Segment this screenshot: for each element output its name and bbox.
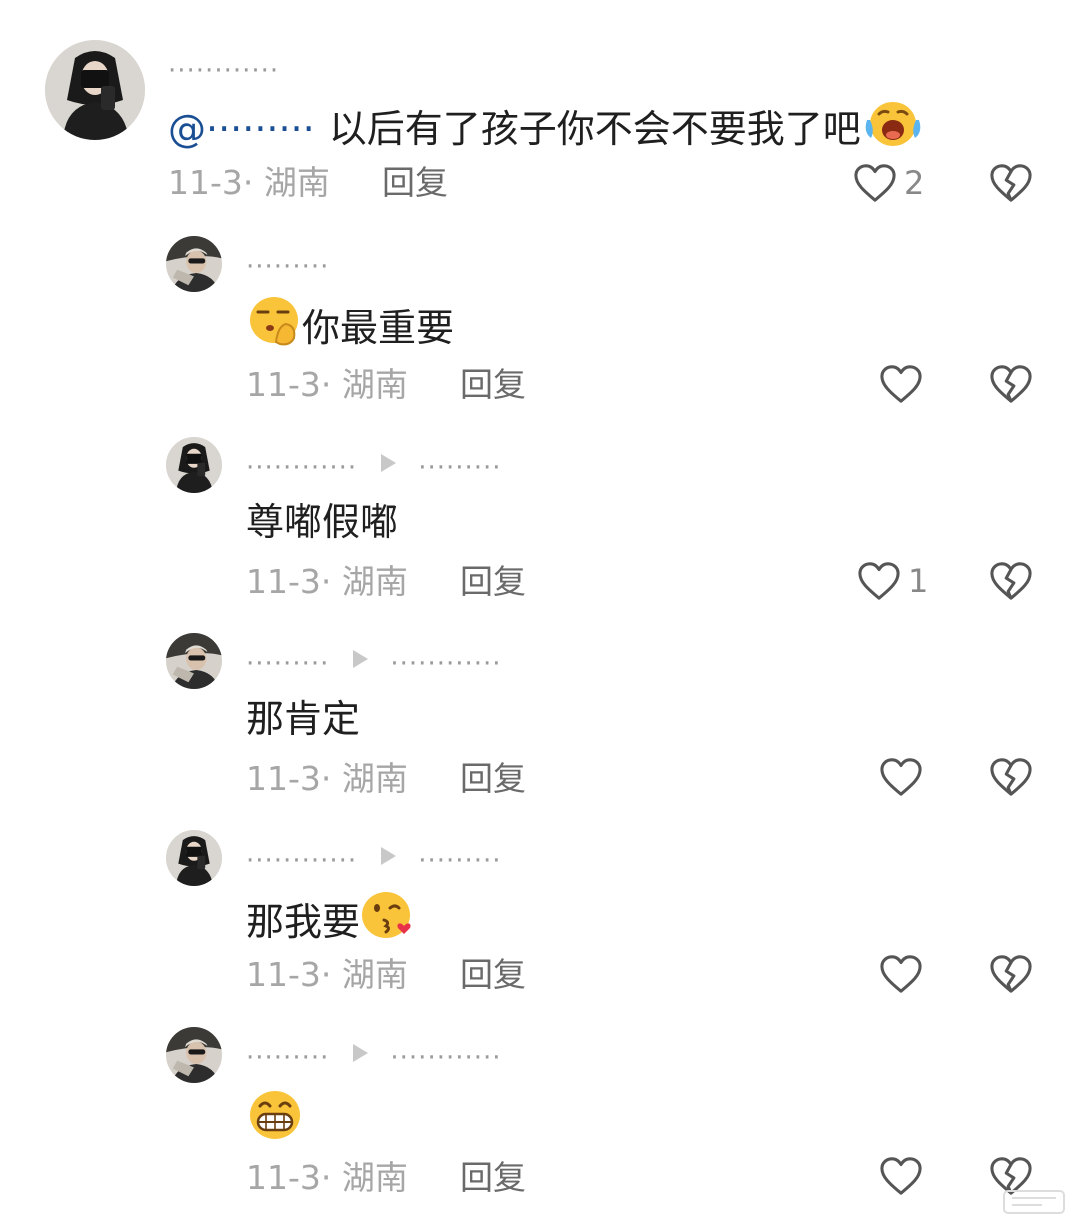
- comment-body: 尊嘟假嘟: [246, 500, 399, 544]
- heart-icon: [878, 756, 924, 798]
- comment-meta: 11-3· 湖南: [168, 163, 330, 202]
- reply-to-name[interactable]: ············: [390, 649, 501, 679]
- avatar[interactable]: [166, 236, 222, 292]
- reply-to-name[interactable]: ·········: [418, 846, 501, 876]
- reply-button[interactable]: 回复: [382, 166, 448, 199]
- heart-icon: [852, 162, 898, 204]
- like-button[interactable]: 2: [852, 162, 924, 204]
- dislike-button[interactable]: [988, 363, 1034, 409]
- comment-meta: 11-3· 湖南: [246, 1158, 408, 1197]
- broken-heart-icon: [988, 363, 1034, 405]
- dislike-button[interactable]: [988, 953, 1034, 999]
- username-text: ·········: [246, 649, 330, 679]
- like-button[interactable]: [878, 1155, 924, 1197]
- broken-heart-icon: [988, 560, 1034, 602]
- like-button[interactable]: [878, 756, 924, 798]
- avatar[interactable]: [166, 633, 222, 689]
- comment-meta: 11-3· 湖南: [246, 955, 408, 994]
- mention-link[interactable]: @·········: [168, 107, 315, 151]
- comment-body: 那我要: [246, 899, 361, 944]
- broken-heart-icon: [988, 162, 1034, 204]
- reply-button[interactable]: 回复: [460, 368, 526, 401]
- reply-button[interactable]: 回复: [460, 1161, 526, 1194]
- username-text: ············: [246, 846, 358, 876]
- heart-icon: [878, 953, 924, 995]
- comment-body: 你最重要: [302, 305, 455, 350]
- shush-emoji: [246, 294, 302, 359]
- dislike-button[interactable]: [988, 756, 1034, 802]
- dislike-button[interactable]: [988, 162, 1034, 208]
- comment-body: 那肯定: [246, 697, 361, 741]
- avatar[interactable]: [166, 1027, 222, 1083]
- comment-meta: 11-3· 湖南: [246, 759, 408, 798]
- reply-arrow-icon: [381, 453, 397, 472]
- dislike-button[interactable]: [988, 560, 1034, 606]
- comment-text: @········· 以后有了孩子你不会不要我了吧: [168, 100, 925, 163]
- reply-arrow-icon: [381, 846, 397, 865]
- broken-heart-icon: [988, 756, 1034, 798]
- username[interactable]: ·····················: [246, 649, 502, 679]
- username[interactable]: ·····················: [246, 453, 502, 483]
- reply-arrow-icon: [353, 1043, 369, 1062]
- comment-text: 那肯定: [246, 697, 360, 743]
- reply-arrow-icon: [353, 649, 369, 668]
- kiss-emoji: [360, 888, 416, 953]
- like-count: 2: [904, 164, 925, 202]
- comment-meta: 11-3· 湖南: [246, 562, 408, 601]
- comment-text: 那我要: [246, 892, 416, 957]
- reply-to-name[interactable]: ············: [390, 1043, 501, 1073]
- comment-text: 你最重要: [246, 297, 455, 363]
- grin-emoji: [246, 1088, 304, 1153]
- reply-button[interactable]: 回复: [460, 762, 526, 795]
- comment-body: 以后有了孩子你不会不要我了吧: [328, 106, 861, 151]
- username-text: ·········: [246, 252, 330, 282]
- like-button[interactable]: [878, 953, 924, 995]
- like-count: 1: [908, 562, 929, 600]
- username-text: ············: [246, 453, 358, 483]
- username[interactable]: ·····················: [246, 1043, 502, 1073]
- watermark-logo: [1002, 1185, 1066, 1219]
- reply-to-name[interactable]: ·········: [418, 453, 501, 483]
- avatar[interactable]: [166, 437, 222, 493]
- username[interactable]: ·····················: [246, 846, 502, 876]
- username[interactable]: ············: [168, 58, 279, 84]
- avatar[interactable]: [166, 830, 222, 886]
- heart-icon: [856, 560, 902, 602]
- username-text: ·········: [246, 1043, 330, 1073]
- reply-button[interactable]: 回复: [460, 958, 526, 991]
- avatar[interactable]: [45, 40, 145, 140]
- sweat-cry-emoji: [861, 96, 925, 159]
- username[interactable]: ·········: [246, 254, 329, 280]
- heart-icon: [878, 363, 924, 405]
- heart-icon: [878, 1155, 924, 1197]
- username-text: ············: [168, 56, 280, 86]
- broken-heart-icon: [988, 953, 1034, 995]
- comment-meta: 11-3· 湖南: [246, 365, 408, 404]
- comment-text: 尊嘟假嘟: [246, 500, 398, 546]
- like-button[interactable]: 1: [856, 560, 928, 602]
- comment-text: [246, 1091, 304, 1157]
- like-button[interactable]: [878, 363, 924, 405]
- reply-button[interactable]: 回复: [460, 565, 526, 598]
